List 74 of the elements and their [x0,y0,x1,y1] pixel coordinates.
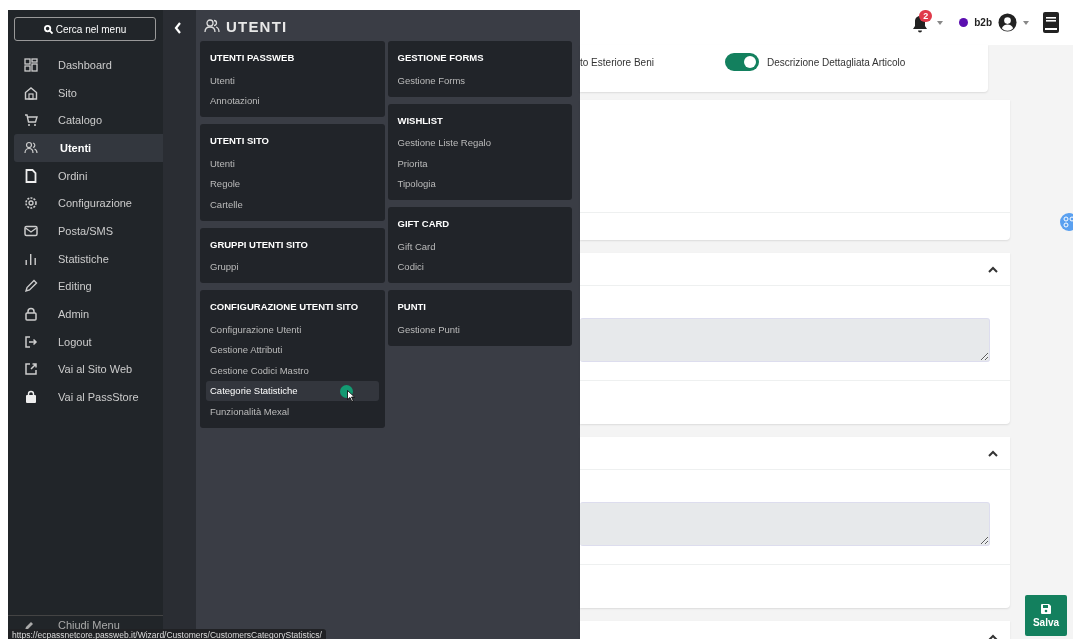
menu-link[interactable]: Gestione Codici Mastro [206,360,379,381]
book-icon[interactable] [1043,12,1059,33]
sidebar-item[interactable]: Ordini [14,161,163,190]
logout-icon [24,334,38,349]
menu-link[interactable]: Gestione Punti [393,319,566,340]
close-menu-link[interactable]: Chiudi Menu [58,619,120,631]
group-title: UTENTI PASSWEB [209,51,296,65]
group-title: PUNTI [396,300,427,314]
menu-link[interactable]: Annotazioni [206,90,379,111]
save-button[interactable]: Salva [1025,595,1067,636]
menu-link[interactable]: Utenti [206,70,379,91]
toggle-label: Descrizione Dettagliata Articolo [767,56,906,68]
site-label: b2b [974,17,992,28]
cart-icon [24,113,38,128]
group-title: CONFIGURAZIONE UTENTI SITO [209,300,360,314]
mouse-pointer-icon [347,389,355,402]
sidebar-item[interactable]: Sito [14,78,163,107]
notification-badge: 2 [919,9,933,22]
sidebar-item[interactable]: Statistiche [14,244,163,273]
group-title: GIFT CARD [396,217,451,231]
group-title: GRUPPI UTENTI SITO [209,237,309,252]
caret-icon[interactable] [937,20,944,25]
chevron-up-icon[interactable] [988,633,998,639]
group-title: UTENTI SITO [209,134,270,148]
chevron-up-icon[interactable] [988,265,998,273]
sidebar-item[interactable]: Configurazione [14,189,163,218]
bar-chart-icon [24,251,38,266]
menu-link[interactable]: Gestione Forms [393,70,566,91]
document-icon [24,168,38,183]
settings-icon [24,196,38,211]
menu-link[interactable]: Codici [393,256,566,277]
sidebar-item[interactable]: Admin [14,300,163,328]
menu-link[interactable]: Gestione Liste Regalo [393,132,566,153]
pencil-icon [24,279,38,294]
caret-icon[interactable] [1023,20,1029,25]
search-icon [43,24,53,34]
sidebar-item[interactable]: Vai al PassStore [14,383,163,411]
menu-title: UTENTI [226,17,288,35]
lock-icon [24,307,38,322]
envelope-icon [24,223,38,238]
toggle-label: to Esteriore Beni [580,56,654,68]
users-icon [204,19,220,33]
sidebar-item[interactable]: Catalogo [14,106,163,135]
sidebar-item[interactable]: Dashboard [14,51,163,79]
menu-link[interactable]: Gift Card [393,236,566,257]
menu-link[interactable]: Configurazione Utenti [206,319,379,340]
external-link-icon [24,362,38,377]
user-avatar-icon[interactable] [998,13,1017,32]
chevron-up-icon[interactable] [988,449,998,457]
chevron-left-icon[interactable] [173,22,182,34]
menu-link[interactable]: Gestione Attributi [206,339,379,360]
sidebar-item[interactable]: Editing [14,272,163,301]
users-icon [24,140,38,155]
home-icon [24,85,38,100]
menu-link[interactable]: Regole [206,173,379,194]
group-title: GESTIONE FORMS [396,51,485,65]
menu-link[interactable]: Priorita [393,153,566,174]
menu-link[interactable]: Utenti [206,153,379,174]
dashboard-grid-icon [24,57,38,72]
menu-link[interactable]: Tipologia [393,173,566,194]
sidebar-item[interactable]: Vai al Sito Web [14,355,163,384]
search-menu-button[interactable]: Cerca nel menu [14,17,156,41]
sidebar-item[interactable]: Utenti [14,134,163,162]
link-url-tooltip: https://ecpassnetcore.passweb.it/Wizard/Customers/CustomersCategoryStatistics/ [8,629,326,639]
sidebar-item[interactable]: Logout [14,327,163,356]
menu-link[interactable]: Funzionalità Mexal [206,401,379,422]
menu-link[interactable]: Categorie Statistiche [206,380,379,401]
menu-link[interactable]: Cartelle [206,194,379,215]
pencil-icon [24,621,34,631]
toggle-switch[interactable] [725,53,759,71]
shopping-bag-icon [24,390,38,405]
group-title: WISHLIST [396,113,444,128]
sidebar-item[interactable]: Posta/SMS [14,217,163,245]
menu-link[interactable]: Gruppi [206,256,379,277]
